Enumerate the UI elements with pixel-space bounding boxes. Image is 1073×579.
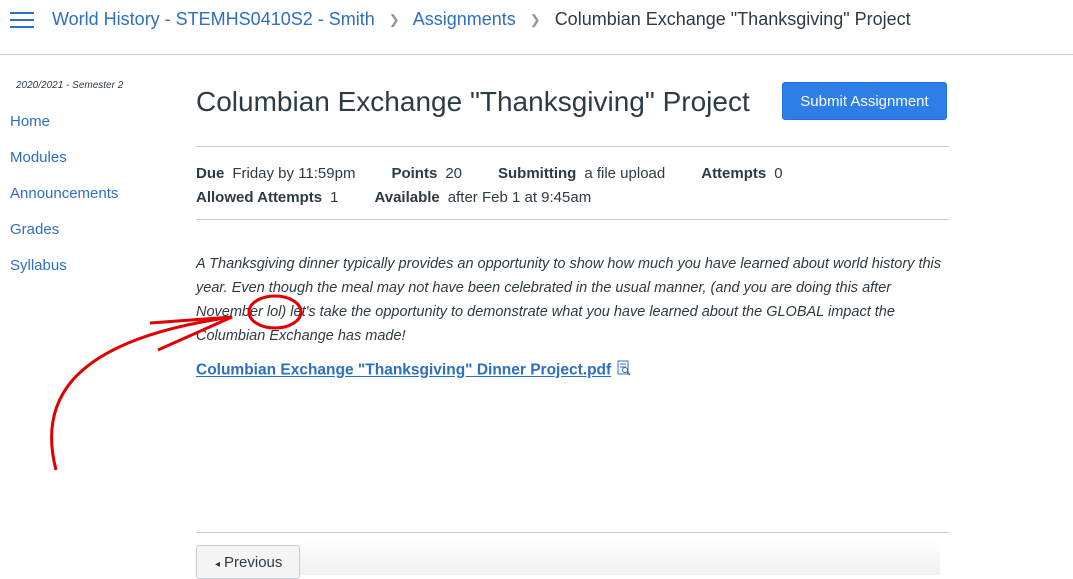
document-preview-icon[interactable] [617,360,631,381]
available-label: Available [374,189,440,206]
points-value: 20 [445,165,462,182]
divider [196,219,949,220]
chevron-right-icon: ❯ [529,12,541,27]
breadcrumb-assignments-link[interactable]: Assignments [413,9,516,29]
attempts-label: Attempts [701,165,767,182]
divider [196,146,949,147]
footer-shadow [300,540,940,575]
sidebar-item-announcements[interactable]: Announcements [10,185,180,221]
due-value: Friday by 11:59pm [232,165,356,182]
available-value: after Feb 1 at 9:45am [447,189,592,206]
term-label: 2020/2021 - Semester 2 [16,80,124,91]
pdf-file-link[interactable]: Columbian Exchange "Thanksgiving" Dinner… [196,362,611,379]
submitting-value: a file upload [584,165,666,182]
top-bar: World History - STEMHS0410S2 - Smith ❯ A… [0,0,1073,55]
sidebar-item-syllabus[interactable]: Syllabus [10,257,180,293]
attempts-value: 0 [774,165,783,182]
points-label: Points [391,165,438,182]
chevron-right-icon: ❯ [388,12,400,27]
assignment-details: Due Friday by 11:59pm Points 20 Submitting a … [196,162,783,210]
allowed-attempts-value: 1 [330,189,339,206]
course-navigation: 2020/2021 - Semester 2 Home Modules Anno… [10,80,180,293]
sidebar-item-home[interactable]: Home [10,113,180,149]
assignment-description: A Thanksgiving dinner typically provides… [196,256,942,344]
submitting-label: Submitting [498,165,577,182]
allowed-attempts-label: Allowed Attempts [196,189,323,206]
assignment-content: Columbian Exchange "Thanksgiving" Projec… [196,82,949,379]
hamburger-menu-icon[interactable] [10,12,34,30]
breadcrumb: World History - STEMHS0410S2 - Smith ❯ A… [52,9,911,30]
due-label: Due [196,165,225,182]
previous-label: Previous [224,553,283,571]
attachment: Columbian Exchange "Thanksgiving" Dinner… [196,360,631,381]
breadcrumb-current: Columbian Exchange "Thanksgiving" Projec… [554,9,911,29]
sidebar-item-grades[interactable]: Grades [10,221,180,257]
caret-left-icon: ◂ [215,558,221,570]
breadcrumb-course-link[interactable]: World History - STEMHS0410S2 - Smith [52,9,375,29]
footer-divider [196,532,949,533]
submit-assignment-button[interactable]: Submit Assignment [782,82,947,120]
sidebar-item-modules[interactable]: Modules [10,149,180,185]
previous-button[interactable]: ◂ Previous [196,545,300,579]
